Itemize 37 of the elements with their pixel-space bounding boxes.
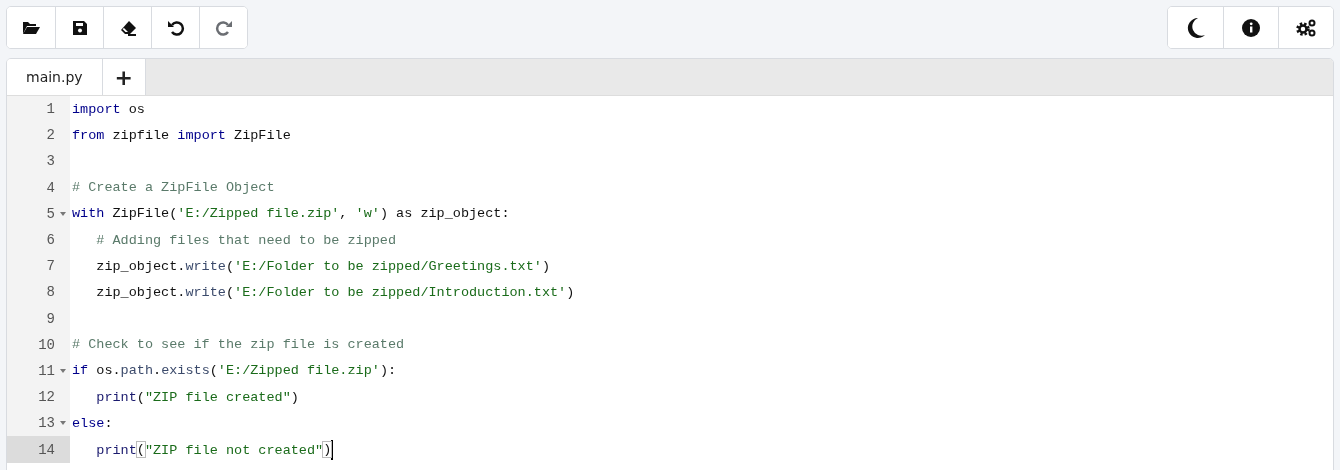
line-number: 14: [38, 441, 55, 458]
code-line: else:: [71, 415, 113, 431]
fold-arrow-icon[interactable]: [59, 368, 66, 373]
code-line: zip_object.write('E:/Folder to be zipped/Greetings.txt'): [95, 258, 550, 274]
code-line: zip_object.write('E:/Folder to be zipped/Introduction.txt'): [95, 284, 575, 300]
line-number: 1: [46, 101, 55, 118]
fold-arrow-icon[interactable]: [59, 211, 66, 216]
code-line: # Adding files that need to be zipped: [95, 232, 397, 248]
code-line: with ZipFile('E:/Zipped file.zip', 'w') as zip_object:: [71, 206, 510, 222]
line-number: 2: [46, 127, 55, 144]
code-line: # Check to see if the zip file is created: [71, 337, 405, 353]
line-number: 8: [46, 284, 55, 301]
fold-arrow-icon[interactable]: [59, 421, 66, 426]
redo-icon: [214, 18, 233, 37]
line-number: 11: [38, 362, 55, 379]
line-number: 13: [38, 415, 55, 432]
code-line: if os.path.exists('E:/Zipped file.zip'):: [71, 363, 397, 379]
file-tab[interactable]: main.py: [7, 59, 103, 95]
save-icon: [70, 18, 89, 37]
code-line: print("ZIP file not created"): [70, 439, 334, 460]
code-line: # Create a ZipFile Object: [71, 180, 275, 196]
undo-icon: [166, 18, 185, 37]
code-line: print("ZIP file created"): [95, 389, 299, 405]
line-number: 7: [46, 258, 55, 275]
line-number: 4: [46, 179, 55, 196]
line-number: 6: [46, 232, 55, 249]
line-number: 5: [46, 205, 55, 222]
add-tab-button[interactable]: +: [102, 59, 147, 95]
info-icon: [1240, 16, 1262, 39]
line-number: 12: [38, 389, 55, 406]
line-number: 9: [46, 310, 55, 327]
eraser-icon: [118, 18, 137, 37]
line-number: 10: [38, 336, 55, 353]
code-line: import os: [71, 101, 145, 117]
line-number: 3: [46, 153, 55, 170]
code-line: from zipfile import ZipFile: [71, 127, 291, 143]
settings-button[interactable]: [1278, 7, 1333, 48]
